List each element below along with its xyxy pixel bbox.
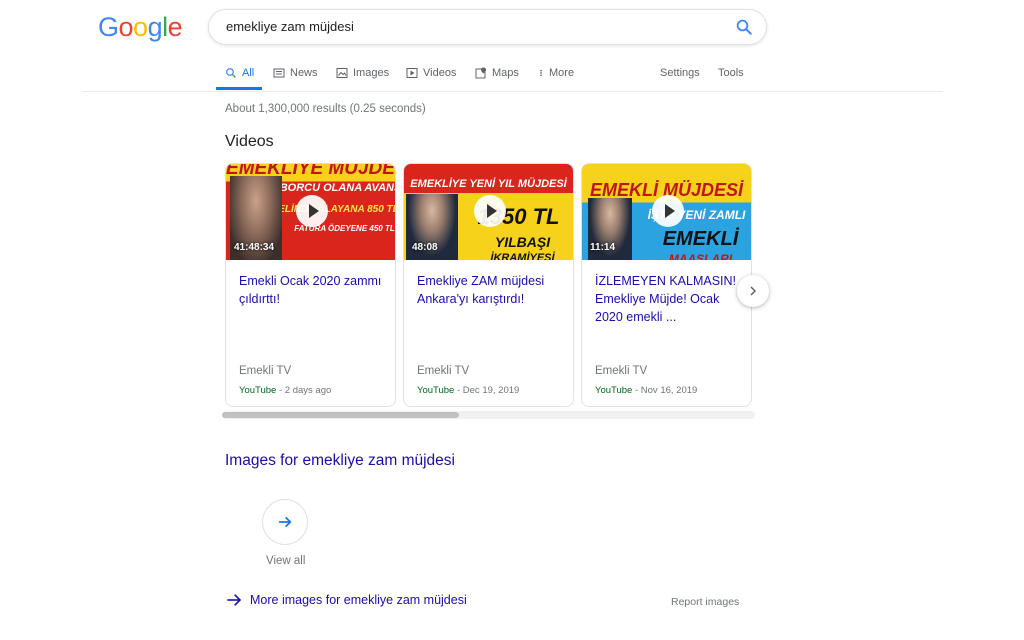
tab-all[interactable]: All [216,58,262,90]
video-thumbnail[interactable]: EMEKLİYE YENİ YIL MÜJDESİ 1350 TL YILBAŞ… [404,164,573,260]
tab-tools[interactable]: Tools [718,58,744,90]
thumbnail-text: MAAŞLARI [668,252,733,260]
tab-images[interactable]: Images [336,58,389,90]
search-input[interactable]: emekliye zam müjdesi [226,19,354,34]
video-channel: Emekli TV [595,365,648,377]
video-card[interactable]: EMEKLİ MÜJDESİ İŞTE YENİ ZAMLI EMEKLİ MA… [581,163,752,407]
scrollbar-thumb[interactable] [222,412,459,418]
result-stats: About 1,300,000 results (0.25 seconds) [225,103,426,115]
tab-label: Settings [660,67,700,79]
report-images-link[interactable]: Report images [671,596,739,608]
video-title[interactable]: Emekliye ZAM müjdesi Ankara'yı karıştırd… [417,272,565,308]
video-duration: 48:08 [412,242,438,253]
logo-letter: G [98,12,119,42]
tab-maps[interactable]: Maps [475,58,519,90]
video-date: - 2 days ago [276,385,332,396]
more-images-label: More images for emekliye zam müjdesi [250,593,467,607]
tab-label: All [242,67,255,79]
video-source: YouTube - Dec 19, 2019 [417,385,519,396]
more-images-link[interactable]: More images for emekliye zam müjdesi [226,592,467,608]
logo-letter: g [147,12,163,42]
video-date: - Nov 16, 2019 [632,385,698,396]
chevron-right-icon [750,286,757,296]
search-icon[interactable] [735,18,753,36]
carousel-scrollbar[interactable] [222,411,755,419]
more-vert-icon [540,69,542,77]
video-thumbnail[interactable]: EMEKLİYE MÜJDE BORCU OLANA AVANS ELİNDE … [226,164,395,260]
videos-heading: Videos [225,133,274,150]
tab-more[interactable]: More [537,58,574,90]
video-card[interactable]: EMEKLİYE MÜJDE BORCU OLANA AVANS ELİNDE … [225,163,396,407]
video-source: YouTube - Nov 16, 2019 [595,385,697,396]
play-icon[interactable] [474,195,506,227]
video-channel: Emekli TV [239,365,292,377]
thumbnail-text: YILBAŞI [494,234,551,250]
tab-label: Tools [718,67,744,79]
video-duration: 11:14 [590,242,616,253]
google-logo[interactable]: Google [98,12,183,43]
logo-letter: o [118,12,134,42]
logo-letter: o [133,12,148,42]
tab-label: Videos [423,67,457,79]
video-card[interactable]: EMEKLİYE YENİ YIL MÜJDESİ 1350 TL YILBAŞ… [403,163,574,407]
tab-label: Images [353,67,390,79]
search-box[interactable]: emekliye zam müjdesi [208,9,767,45]
video-icon [406,68,418,78]
video-date: - Dec 19, 2019 [454,385,520,396]
video-title[interactable]: Emekli Ocak 2020 zammı çıldırttı! [239,272,387,308]
play-icon[interactable] [296,195,328,227]
carousel-next-button[interactable] [737,275,769,307]
header-divider [82,91,943,92]
play-icon[interactable] [652,195,684,227]
view-all-button[interactable] [262,499,308,545]
video-source-site: YouTube [239,385,277,396]
video-source-site: YouTube [595,385,633,396]
thumbnail-text: İKRAMİYESİ [490,252,555,260]
tab-videos[interactable]: Videos [406,58,456,90]
video-duration: 41:48:34 [234,242,275,253]
thumbnail-text: EMEKLİYE YENİ YIL MÜJDESİ [410,178,567,190]
arrow-right-icon [227,594,242,606]
tab-settings[interactable]: Settings [660,58,700,90]
video-source-site: YouTube [417,385,455,396]
view-all-label[interactable]: View all [266,555,305,567]
arrow-right-icon [279,516,292,528]
tab-news[interactable]: News [273,58,318,90]
video-thumbnail[interactable]: EMEKLİ MÜJDESİ İŞTE YENİ ZAMLI EMEKLİ MA… [582,164,751,260]
video-source: YouTube - 2 days ago [239,385,331,396]
tab-label: News [290,67,318,79]
video-channel: Emekli TV [417,365,470,377]
tab-label: More [549,67,575,79]
map-icon [475,67,486,79]
images-heading[interactable]: Images for emekliye zam müjdesi [225,452,455,470]
tab-label: Maps [492,67,519,79]
logo-letter: e [167,12,183,42]
image-icon [336,68,348,78]
search-icon [226,68,236,78]
thumbnail-text: EMEKLİ [662,228,739,250]
news-icon [273,68,285,78]
video-title[interactable]: İZLEMEYEN KALMASIN! Emekliye Müjde! Ocak… [595,272,743,326]
